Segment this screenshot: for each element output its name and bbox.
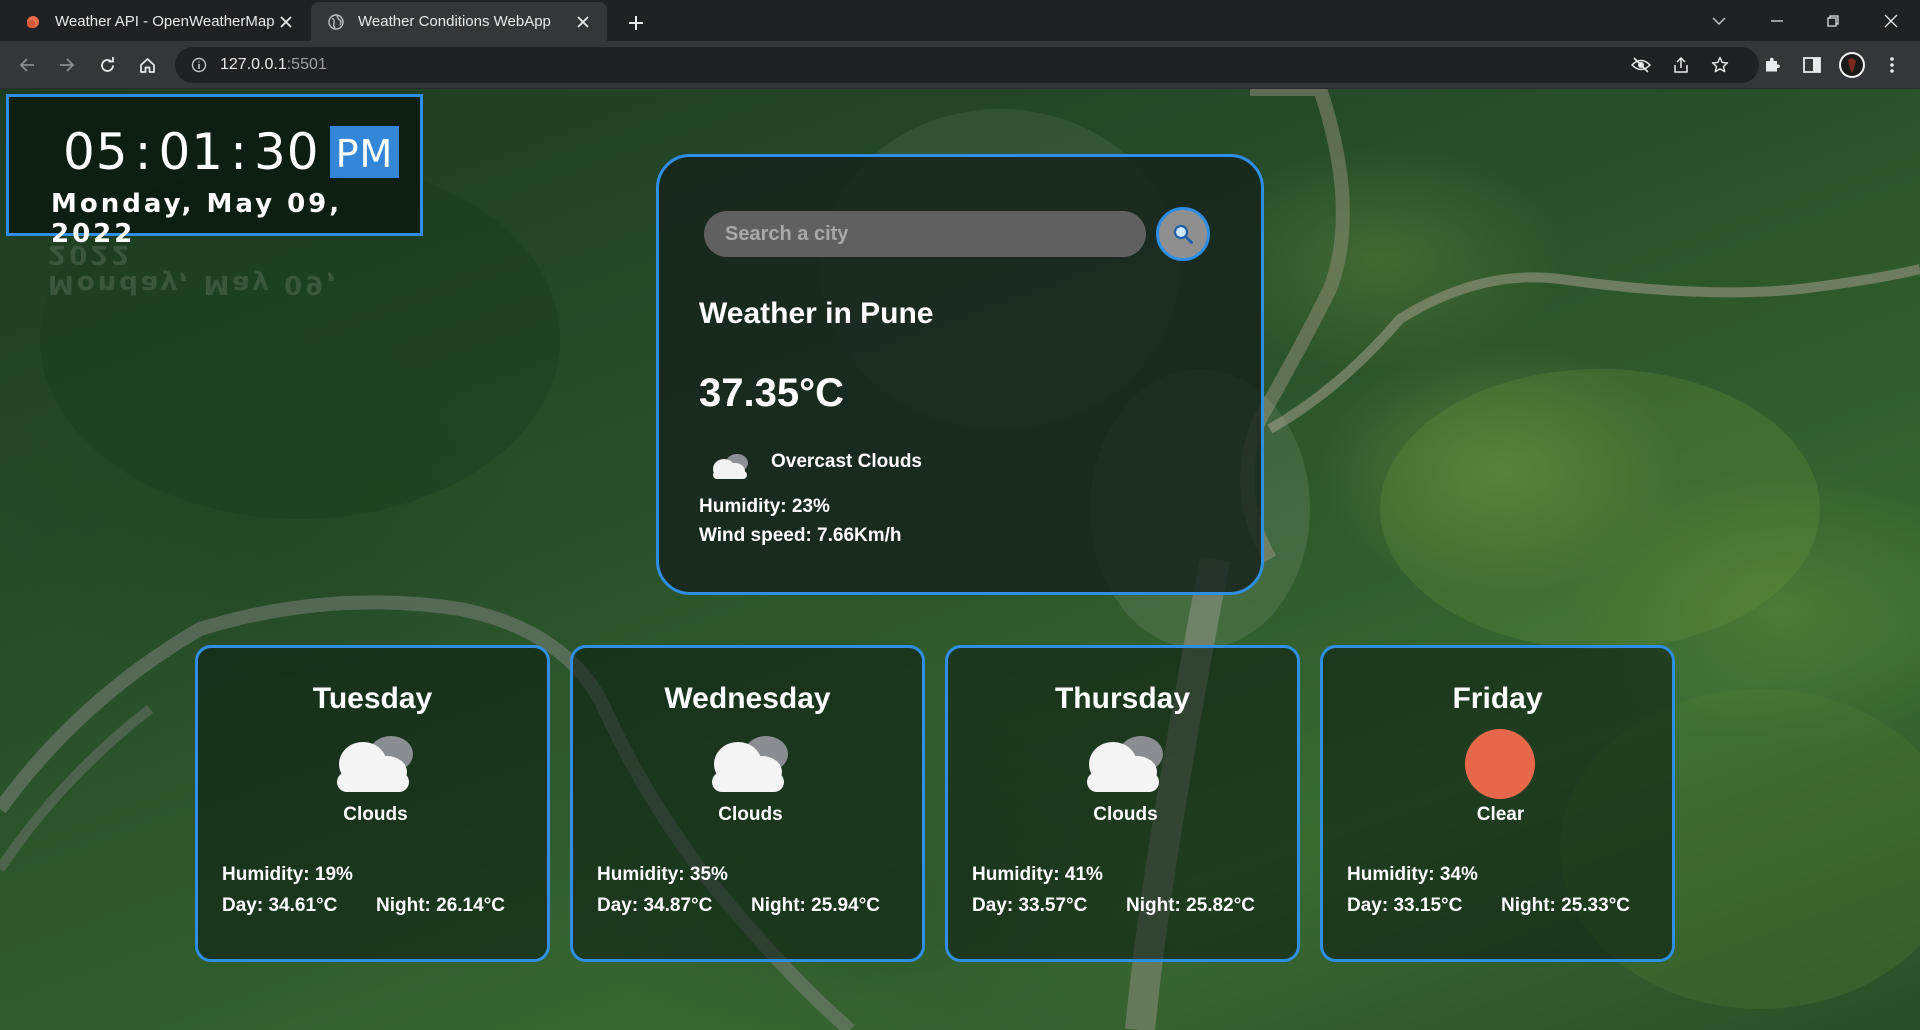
forecast-day: Friday <box>1452 682 1543 715</box>
forecast-night-temp: Night: 25.94°C <box>751 895 881 916</box>
clock-time: 05:01:30 PM <box>63 123 400 181</box>
forecast-day-temp: Day: 34.61°C <box>222 895 338 916</box>
forecast-description: Clouds <box>1093 804 1158 825</box>
clock-separator: : <box>230 123 248 181</box>
kebab-menu-icon[interactable] <box>1877 50 1907 80</box>
share-icon[interactable] <box>1666 50 1696 80</box>
clock-ampm-badge: PM <box>329 126 400 178</box>
sun-icon <box>1465 729 1535 799</box>
globe-icon <box>328 13 344 30</box>
forecast-description: Clear <box>1476 804 1525 825</box>
new-tab-icon[interactable] <box>622 9 650 37</box>
close-tab-icon[interactable] <box>573 12 593 32</box>
restore-icon[interactable] <box>1813 0 1853 41</box>
tab-title: Weather API - OpenWeatherMap <box>55 13 275 30</box>
clock-reflection: Monday, May 09, 2022 <box>6 239 423 339</box>
forecast-night-temp: Night: 25.33°C <box>1501 895 1631 916</box>
city-search-input[interactable] <box>704 211 1146 257</box>
search-icon <box>1173 224 1193 244</box>
clouds-icon <box>337 736 413 792</box>
current-wind-speed: Wind speed: 7.66Km/h <box>699 525 902 546</box>
tab-weather-webapp[interactable]: Weather Conditions WebApp <box>311 2 607 41</box>
forecast-description: Clouds <box>343 804 408 825</box>
forecast-humidity: Humidity: 41% <box>972 864 1103 885</box>
close-window-icon[interactable] <box>1871 0 1911 41</box>
forecast-night-temp: Night: 26.14°C <box>376 895 506 916</box>
webapp-viewport: 05:01:30 PM Monday, May 09, 2022 Monday, … <box>0 89 1920 1030</box>
bookmark-star-icon[interactable] <box>1705 50 1735 80</box>
forecast-day: Thursday <box>1054 682 1191 715</box>
forecast-description: Clouds <box>718 804 783 825</box>
home-icon[interactable] <box>132 50 162 80</box>
extensions-puzzle-icon[interactable] <box>1757 50 1787 80</box>
forward-icon[interactable] <box>52 50 82 80</box>
clock-reflection-date: Monday, May 09, 2022 <box>48 239 340 299</box>
cloud-icon <box>713 454 748 479</box>
city-title: Weather in Pune <box>699 297 934 330</box>
current-condition: Overcast Clouds <box>771 451 922 472</box>
minimize-icon[interactable] <box>1757 0 1797 41</box>
browser-toolbar: 127.0.0.1:5501 <box>0 41 1920 89</box>
side-panel-icon[interactable] <box>1797 50 1827 80</box>
digital-clock: 05:01:30 PM Monday, May 09, 2022 <box>6 94 423 249</box>
forecast-day-temp: Day: 33.57°C <box>972 895 1088 916</box>
tab-search-chevron-icon[interactable] <box>1699 0 1739 41</box>
close-tab-icon[interactable] <box>276 12 296 32</box>
search-button[interactable] <box>1156 207 1210 261</box>
url-text: 127.0.0.1:5501 <box>220 56 327 73</box>
clock-seconds: 30 <box>253 123 320 181</box>
current-humidity: Humidity: 23% <box>699 496 830 517</box>
profile-avatar[interactable] <box>1837 50 1867 80</box>
site-info-icon[interactable] <box>191 57 207 73</box>
clock-hours: 05 <box>63 123 129 181</box>
forecast-day: Wednesday <box>664 682 831 715</box>
clouds-icon <box>712 736 788 792</box>
forecast-card: Friday Clear Humidity: 34% Day: 33.15°C … <box>1320 645 1675 962</box>
forecast-humidity: Humidity: 19% <box>222 864 353 885</box>
back-icon[interactable] <box>12 50 42 80</box>
forecast-day-temp: Day: 34.87°C <box>597 895 713 916</box>
clock-separator: : <box>134 123 153 181</box>
forecast-day: Tuesday <box>312 682 433 715</box>
reload-icon[interactable] <box>92 50 122 80</box>
forecast-humidity: Humidity: 34% <box>1347 864 1478 885</box>
address-bar[interactable]: 127.0.0.1:5501 <box>175 47 1759 83</box>
forecast-card: Wednesday Clouds Humidity: 35% Day: 34.8… <box>570 645 925 962</box>
forecast-card: Thursday Clouds Humidity: 41% Day: 33.57… <box>945 645 1300 962</box>
forecast-day-temp: Day: 33.15°C <box>1347 895 1463 916</box>
eye-off-icon[interactable] <box>1626 50 1656 80</box>
tab-openweathermap[interactable]: Weather API - OpenWeatherMap <box>8 2 310 41</box>
forecast-night-temp: Night: 25.82°C <box>1126 895 1256 916</box>
clock-minutes: 01 <box>158 123 225 181</box>
forecast-humidity: Humidity: 35% <box>597 864 728 885</box>
openweathermap-favicon-icon <box>27 15 39 28</box>
current-weather-card: Weather in Pune 37.35°C Overcast Clouds … <box>656 154 1264 595</box>
clouds-icon <box>1087 736 1163 792</box>
forecast-card: Tuesday Clouds Humidity: 19% Day: 34.61°… <box>195 645 550 962</box>
tab-title: Weather Conditions WebApp <box>358 13 551 30</box>
current-temperature: 37.35°C <box>699 371 844 415</box>
tab-strip: Weather API - OpenWeatherMap Weather Con… <box>0 0 1920 41</box>
